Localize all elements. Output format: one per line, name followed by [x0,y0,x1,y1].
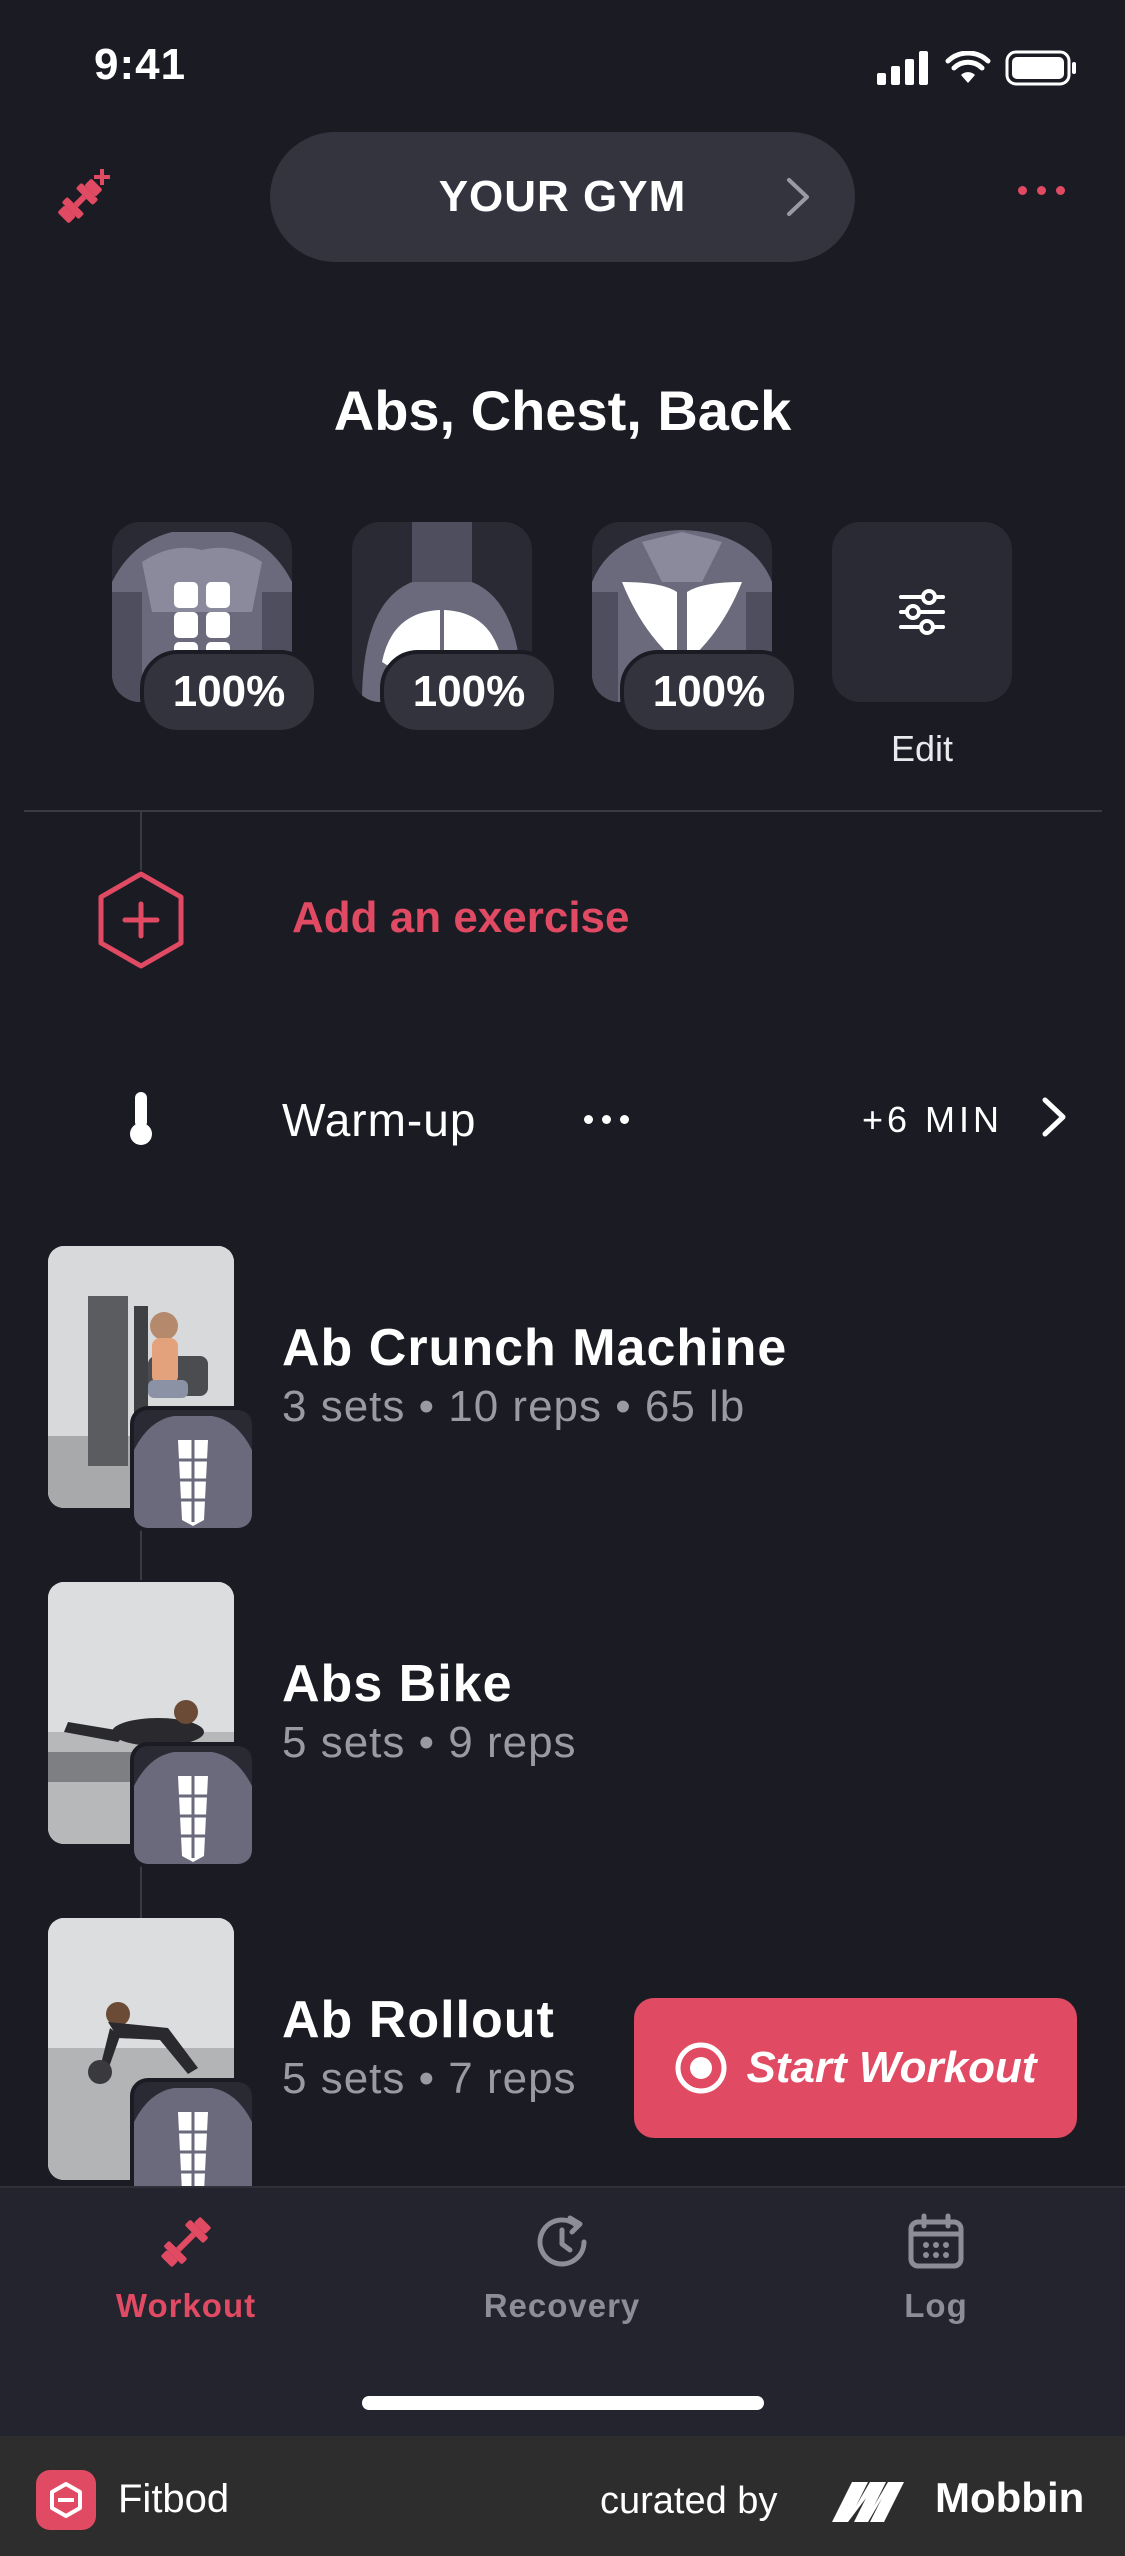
muscle-card-abs[interactable]: 100% [112,522,318,734]
signal-icon [877,51,928,85]
muscle-percent-back: 100% [620,650,798,734]
exercise-detail: 3 sets • 10 reps • 65 lb [282,1382,746,1431]
add-exercise-link[interactable]: Add an exercise [292,893,630,943]
wifi-icon [945,51,991,83]
app-name: Fitbod [118,2477,230,2521]
record-icon [675,2042,727,2094]
fitbod-logo-icon [36,2470,96,2530]
thermometer-icon [126,1090,156,1151]
status-time: 9:41 [94,40,187,89]
exercise-name: Ab Crunch Machine [282,1319,788,1377]
tab-label: Recovery [483,2287,641,2324]
curated-by-label: curated by [600,2480,778,2522]
chevron-right-icon [787,178,809,216]
gym-selector-button[interactable]: YOUR GYM [270,132,855,262]
edit-label: Edit [890,728,954,769]
divider [24,810,1102,812]
chevron-right-icon[interactable] [1040,1095,1068,1144]
gym-label: YOUR GYM [438,172,687,221]
add-equipment-icon[interactable] [52,165,116,234]
exercise-item[interactable]: Abs Bike 5 sets • 9 reps [0,1582,1125,1872]
muscle-percent-chest: 100% [380,650,558,734]
tab-workout[interactable]: Workout [56,2212,316,2325]
mobbin-logo-icon [830,2476,920,2531]
muscle-card-chest[interactable]: 100% [352,522,558,734]
exercise-detail: 5 sets • 9 reps [282,1718,577,1767]
dumbbell-icon [161,2217,211,2267]
add-exercise-icon[interactable] [96,870,186,975]
start-workout-label: Start Workout [746,2043,1037,2092]
warmup-label[interactable]: Warm-up [282,1093,476,1147]
sliders-icon [899,589,945,635]
status-icons [877,50,1077,86]
muscle-card-back[interactable]: 100% [592,522,798,734]
exercise-name: Abs Bike [282,1655,513,1713]
exercise-muscle-icon [130,1406,256,1532]
edit-muscles-button[interactable] [832,522,1012,702]
recovery-clock-icon [537,2215,587,2267]
start-workout-button[interactable]: Start Workout [634,1998,1077,2138]
calendar-icon [908,2213,964,2269]
more-options-icon[interactable] [1018,186,1065,195]
exercise-name: Ab Rollout [282,1991,555,2049]
exercise-detail: 5 sets • 7 reps [282,2054,577,2103]
warmup-time: +6 MIN [862,1099,1004,1140]
warmup-more-icon[interactable] [584,1115,629,1124]
mobbin-brand: Mobbin [935,2474,1085,2521]
tab-label: Log [904,2287,968,2324]
tab-recovery[interactable]: Recovery [432,2212,692,2325]
tab-label: Workout [115,2287,257,2324]
exercise-muscle-icon [130,1742,256,1868]
tab-log[interactable]: Log [806,2212,1066,2325]
timeline-line [140,812,142,870]
muscle-groups-title: Abs, Chest, Back [333,379,792,442]
home-indicator [362,2396,764,2410]
exercise-item[interactable]: Ab Crunch Machine 3 sets • 10 reps • 65 … [0,1246,1125,1536]
battery-icon [1005,50,1076,86]
muscle-percent-abs: 100% [140,650,318,734]
